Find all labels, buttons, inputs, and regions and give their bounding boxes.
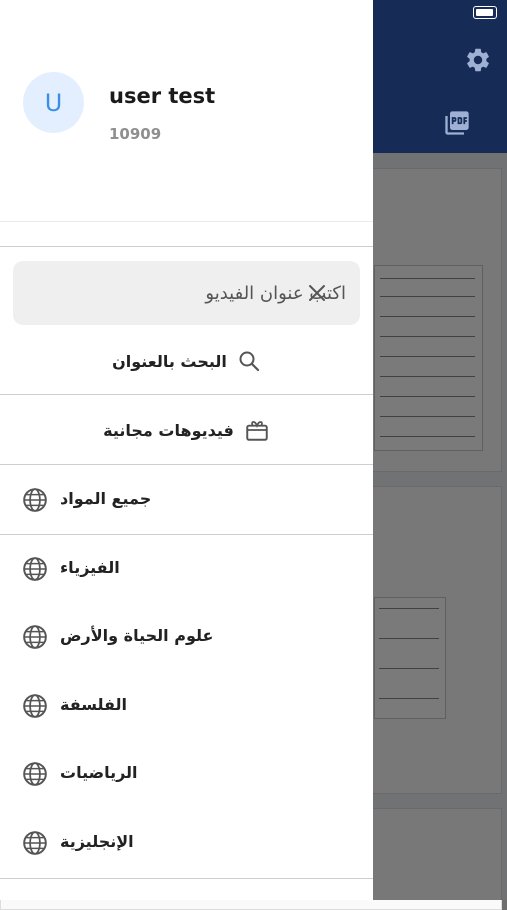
avatar[interactable]: U (23, 72, 84, 133)
navigation-drawer: U user test 10909 البحث بالعنوان فيديوها… (0, 0, 373, 900)
menu-item-label: الرياضيات (60, 763, 138, 782)
menu-item-all-subjects[interactable]: جميع المواد (0, 470, 373, 530)
search-by-title-button[interactable]: البحث بالعنوان (0, 346, 373, 376)
search-box (13, 261, 360, 325)
user-id: 10909 (109, 125, 162, 143)
pdf-icon[interactable] (443, 109, 471, 137)
menu-item-label: الإنجليزية (60, 832, 134, 851)
search-by-title-label: البحث بالعنوان (112, 351, 227, 371)
menu-item-label: الفلسفة (60, 695, 128, 714)
divider (0, 394, 373, 395)
globe-icon (23, 625, 47, 649)
divider (0, 464, 373, 465)
globe-icon (23, 557, 47, 581)
divider (0, 221, 373, 222)
search-icon (239, 351, 260, 372)
avatar-initial: U (44, 88, 63, 117)
free-videos-label: فيديوهات مجانية (103, 420, 234, 440)
menu-item-label: الفيزياء (60, 558, 120, 577)
battery-icon (473, 6, 497, 19)
user-name: user test (109, 84, 216, 108)
menu-item-label: علوم الحياة والأرض (60, 626, 214, 645)
free-videos-button[interactable]: فيديوهات مجانية (0, 414, 373, 446)
menu-item-subject[interactable]: الرياضيات (0, 744, 373, 804)
divider (0, 878, 373, 879)
divider (0, 246, 373, 247)
menu-item-subject[interactable]: علوم الحياة والأرض (0, 607, 373, 667)
close-icon[interactable] (305, 281, 329, 305)
gear-icon[interactable] (464, 46, 492, 74)
globe-icon (23, 694, 47, 718)
globe-icon (23, 762, 47, 786)
menu-item-label: جميع المواد (60, 489, 152, 508)
menu-item-subject[interactable]: الفلسفة (0, 676, 373, 736)
gift-icon (246, 421, 268, 441)
globe-icon (23, 831, 47, 855)
menu-item-subject[interactable]: الفيزياء (0, 539, 373, 599)
menu-item-subject[interactable]: الإنجليزية (0, 813, 373, 873)
globe-icon (23, 488, 47, 512)
divider (0, 534, 373, 535)
